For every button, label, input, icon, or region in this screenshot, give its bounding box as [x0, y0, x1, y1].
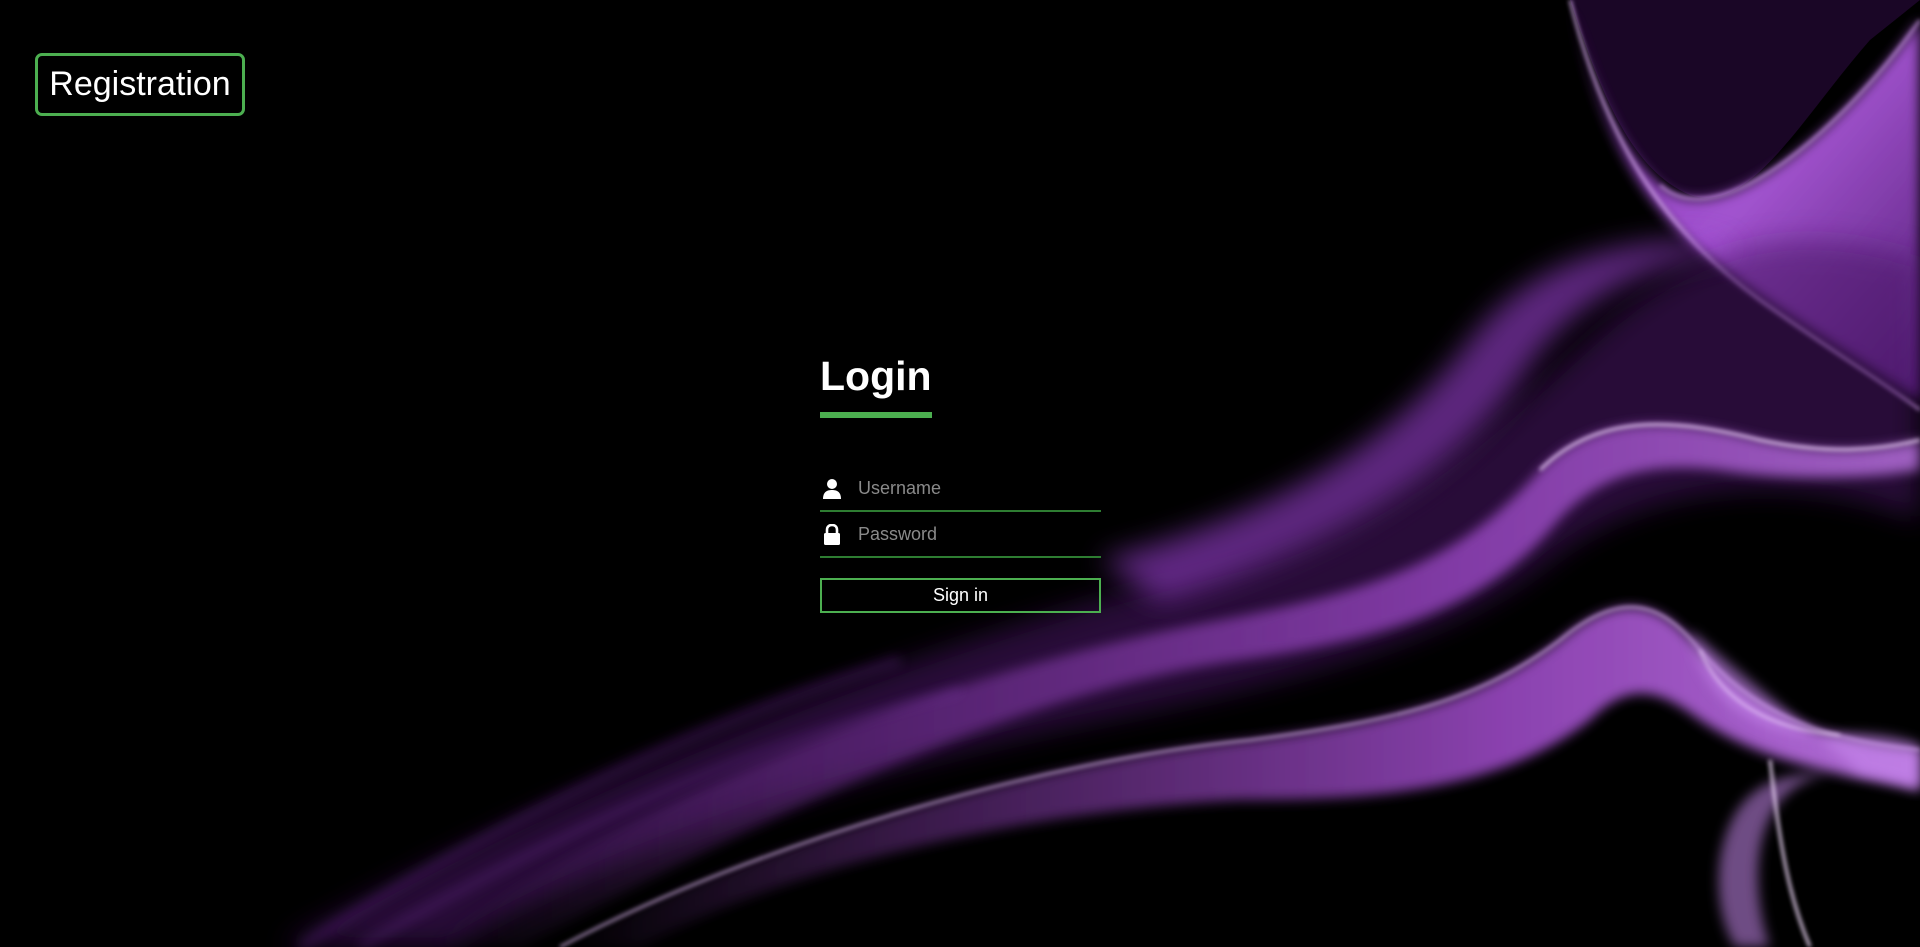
login-title: Login: [820, 354, 932, 419]
page: Registration Login Sign in: [0, 0, 1920, 947]
password-field-row: [820, 512, 1101, 559]
password-input[interactable]: [858, 523, 1101, 545]
user-icon: [820, 476, 844, 500]
username-field-row: [820, 466, 1101, 513]
lock-icon: [820, 522, 844, 546]
login-form: Login Sign in: [820, 354, 1101, 614]
username-input[interactable]: [858, 477, 1101, 499]
sign-in-button[interactable]: Sign in: [820, 578, 1101, 614]
registration-button[interactable]: Registration: [35, 53, 245, 116]
